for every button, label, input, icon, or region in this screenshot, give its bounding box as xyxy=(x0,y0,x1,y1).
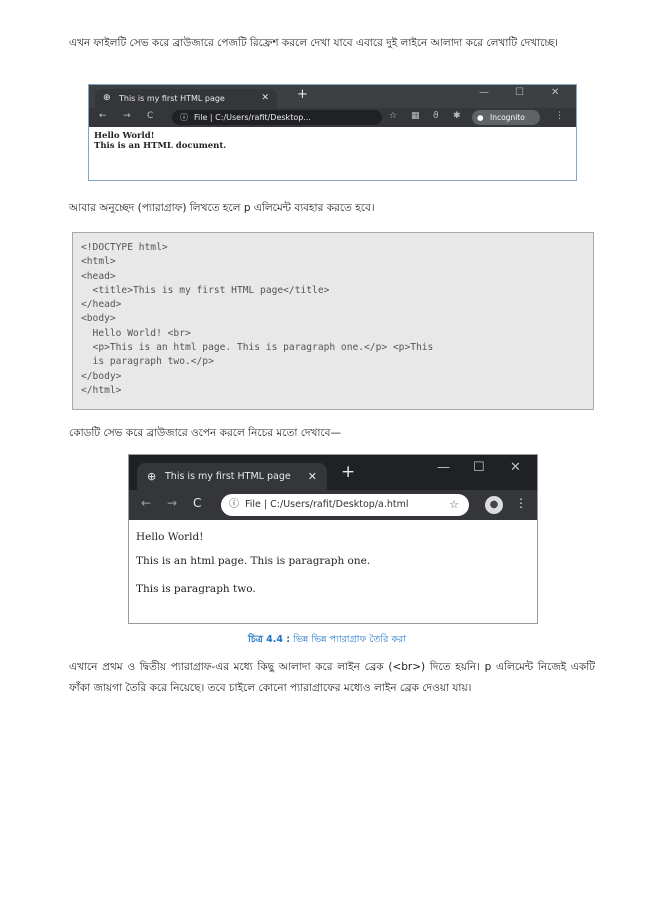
globe-icon: ⊕ xyxy=(103,93,111,103)
reload-icon[interactable]: C xyxy=(193,496,201,510)
nav-bar: ← → C ⓘ File | C:/Users/rafit/Desktop...… xyxy=(89,108,576,127)
figure-caption: চিত্র 4.4 : ভিন্ন ভিন্ন প্যারাগ্রাফ তৈরি… xyxy=(0,633,654,648)
forward-icon[interactable]: → xyxy=(123,111,131,121)
incognito-label: Incognito xyxy=(490,113,525,122)
incognito-badge[interactable]: ● Incognito xyxy=(472,110,540,125)
profile-avatar-icon[interactable]: ● xyxy=(485,496,503,514)
url-prefix: File xyxy=(245,499,261,510)
url-text: C:/Users/rafit/Desktop... xyxy=(215,113,311,122)
url-prefix: File xyxy=(194,113,208,122)
star-icon[interactable]: ☆ xyxy=(389,111,397,121)
new-tab-icon[interactable]: + xyxy=(297,87,308,102)
maximize-icon[interactable]: ☐ xyxy=(515,87,524,98)
menu-icon[interactable]: ⋮ xyxy=(515,496,527,510)
close-window-icon[interactable]: ✕ xyxy=(510,460,521,475)
minimize-icon[interactable]: — xyxy=(437,460,450,475)
figure-label: চিত্র 4.4 : xyxy=(248,634,291,645)
code-line: </body> xyxy=(81,370,122,382)
close-window-icon[interactable]: ✕ xyxy=(551,87,559,98)
star-icon[interactable]: ☆ xyxy=(449,494,459,516)
code-line: <body> xyxy=(81,313,116,325)
close-tab-icon[interactable]: ✕ xyxy=(308,463,317,490)
paragraph-2: আবার অনুচ্ছেদ (প্যারাগ্রাফ) লিখতে হলে p … xyxy=(69,202,375,214)
tab-bar: ⊕ This is my first HTML page ✕ + — ☐ ✕ xyxy=(129,455,537,490)
paragraph-3: কোডটি সেভ করে ব্রাউজারে ওপেন করলে নিচের … xyxy=(69,427,341,439)
incognito-icon: ● xyxy=(477,113,484,122)
info-icon: ⓘ xyxy=(180,113,188,122)
paragraph-1: এখন ফাইলটি সেভ করে ব্রাউজারে পেজটি রিফ্র… xyxy=(69,37,559,49)
content-paragraph: This is paragraph two. xyxy=(136,583,256,595)
code-line: <!DOCTYPE html> xyxy=(81,242,168,253)
minimize-icon[interactable]: — xyxy=(479,87,489,98)
browser-window-screenshot-1: ⊕ This is my first HTML page ✕ + — ☐ ✕ ←… xyxy=(88,84,577,181)
close-tab-icon[interactable]: ✕ xyxy=(261,89,269,108)
code-line: </head> xyxy=(81,299,122,311)
extension-icon[interactable]: ▦ xyxy=(411,111,420,121)
nav-bar: ← → C ⓘ File | C:/Users/rafit/Desktop/a.… xyxy=(129,490,537,520)
reload-icon[interactable]: C xyxy=(147,111,153,121)
menu-icon[interactable]: ⋮ xyxy=(555,111,564,121)
address-bar[interactable]: ⓘ File | C:/Users/rafit/Desktop... xyxy=(172,110,382,125)
browser-tab[interactable]: ⊕ This is my first HTML page ✕ xyxy=(95,89,277,108)
code-line: Hello World! <br> xyxy=(81,327,191,339)
code-block: <!DOCTYPE html> <html> <head> <title>This … xyxy=(72,232,594,410)
info-icon: ⓘ xyxy=(229,499,239,510)
code-line: is paragraph two.</p> xyxy=(81,356,214,368)
code-line: </html> xyxy=(81,384,122,396)
browser-tab[interactable]: ⊕ This is my first HTML page ✕ xyxy=(137,463,327,490)
back-icon[interactable]: ← xyxy=(141,496,151,510)
globe-icon: ⊕ xyxy=(147,470,157,483)
url-text: C:/Users/rafit/Desktop/a.html xyxy=(270,499,409,510)
code-line: <p>This is an html page. This is paragra… xyxy=(81,342,434,354)
content-line: Hello World! xyxy=(136,531,204,543)
content-line: Hello World! xyxy=(94,131,155,141)
puzzle-icon[interactable]: ✱ xyxy=(453,111,461,121)
figure-caption-text: ভিন্ন ভিন্ন প্যারাগ্রাফ তৈরি করা xyxy=(293,634,406,645)
address-bar[interactable]: ⓘ File | C:/Users/rafit/Desktop/a.html ☆ xyxy=(221,494,469,516)
code-line: <html> xyxy=(81,256,116,268)
maximize-icon[interactable]: ☐ xyxy=(473,460,485,475)
paragraph-4: এখানে প্রথম ও দ্বিতীয় প্যারাগ্রাফ-এর মধ… xyxy=(69,661,595,694)
code-line: <title>This is my first HTML page</title… xyxy=(81,284,330,296)
content-paragraph: This is an html page. This is paragraph … xyxy=(136,555,371,567)
code-line: <head> xyxy=(81,270,116,282)
back-icon[interactable]: ← xyxy=(99,111,107,121)
new-tab-icon[interactable]: + xyxy=(341,462,355,482)
tab-title: This is my first HTML page xyxy=(165,471,291,482)
content-line: This is an HTML document. xyxy=(94,141,227,151)
tab-bar: ⊕ This is my first HTML page ✕ + — ☐ ✕ xyxy=(89,85,576,108)
page-content: Hello World! This is an html page. This … xyxy=(129,520,537,606)
extension-icon-2[interactable]: ϑ xyxy=(433,111,439,121)
forward-icon[interactable]: → xyxy=(167,496,177,510)
page-content: Hello World! This is an HTML document. xyxy=(89,127,576,155)
browser-window-screenshot-2: ⊕ This is my first HTML page ✕ + — ☐ ✕ ←… xyxy=(128,454,538,624)
tab-title: This is my first HTML page xyxy=(119,94,225,103)
